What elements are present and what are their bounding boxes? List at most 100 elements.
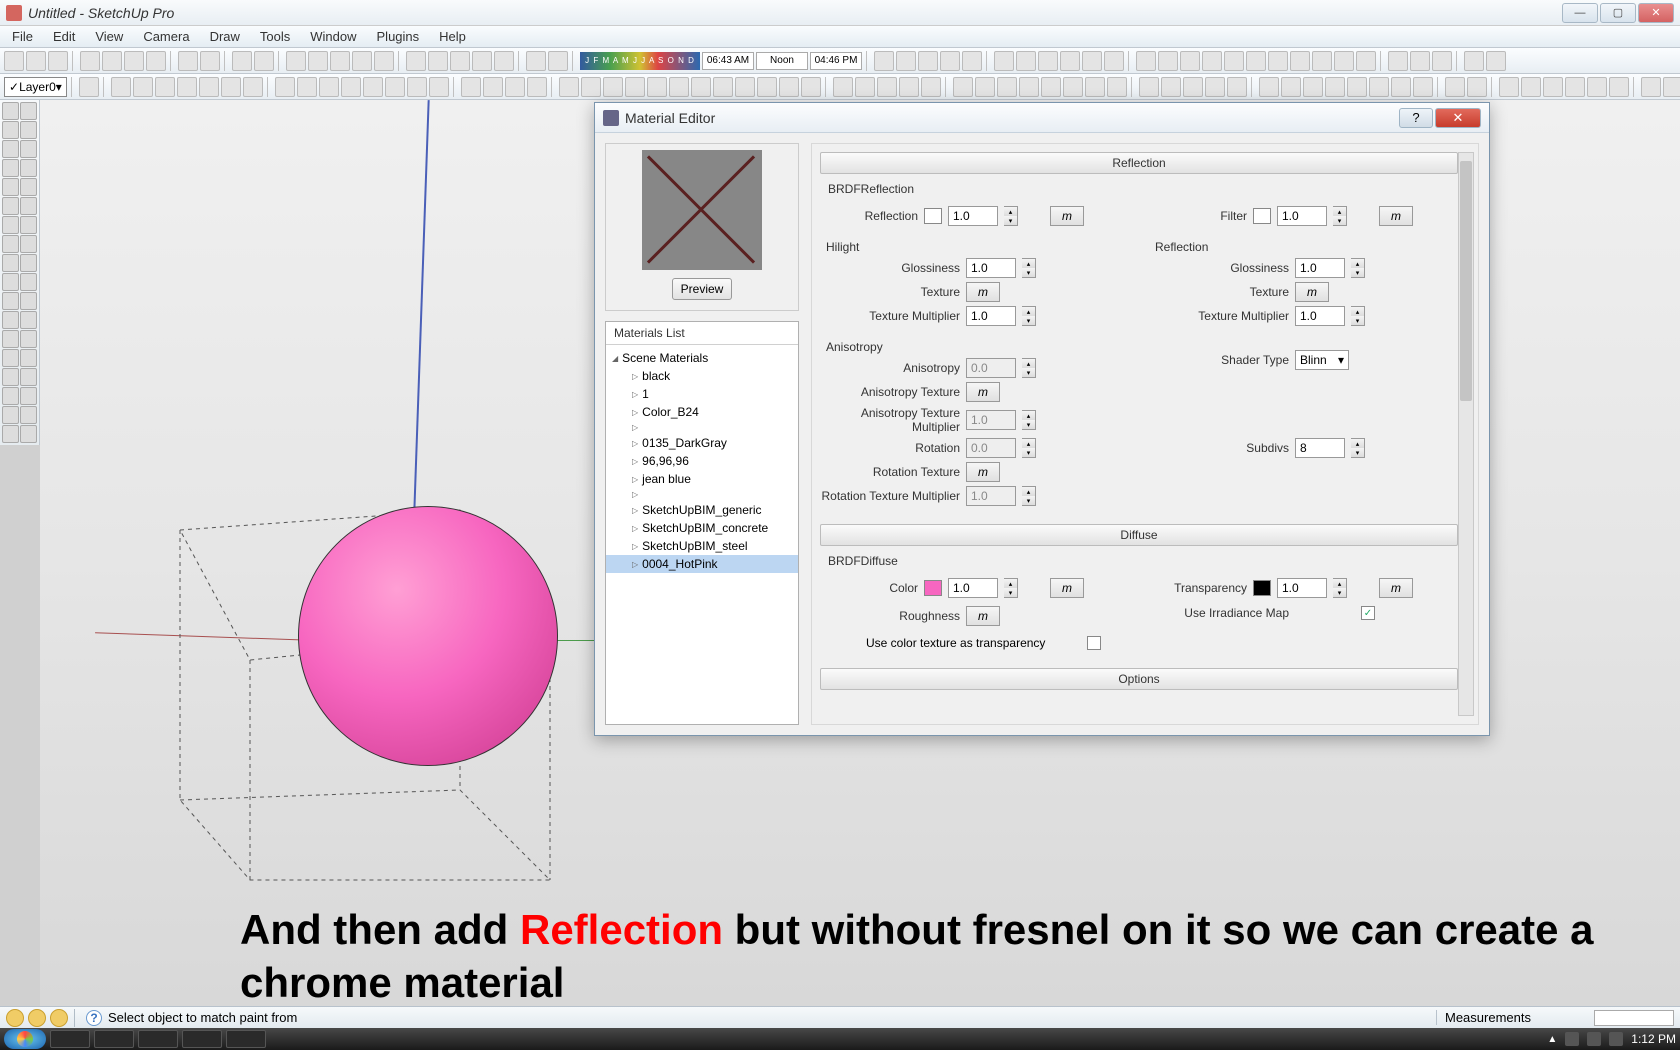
tool-icon[interactable] [20,102,37,120]
taskbar-item[interactable] [226,1030,266,1048]
tool-icon[interactable] [1347,77,1367,97]
tool-icon[interactable] [407,77,427,97]
subdivs-value[interactable]: 8 [1295,438,1345,458]
undo-icon[interactable] [178,51,198,71]
tool-icon[interactable] [625,77,645,97]
tool-icon[interactable] [527,77,547,97]
status-icon[interactable] [6,1009,24,1027]
tool-icon[interactable] [20,311,37,329]
layer-dropdown[interactable]: ✓ Layer0▾ [4,77,67,97]
redo-icon[interactable] [200,51,220,71]
rot-mult-value[interactable]: 1.0 [966,486,1016,506]
tool-icon[interactable] [2,311,19,329]
tool-icon[interactable] [2,292,19,310]
tool-icon[interactable] [1259,77,1279,97]
tool-icon[interactable] [1016,51,1036,71]
tool-icon[interactable] [254,51,274,71]
tool-icon[interactable] [1139,77,1159,97]
tool-icon[interactable] [899,77,919,97]
preview-button[interactable]: Preview [672,278,732,300]
tool-icon[interactable] [1158,51,1178,71]
tool-icon[interactable] [975,77,995,97]
tool-icon[interactable] [559,77,579,97]
tool-icon[interactable] [1609,77,1629,97]
tool-icon[interactable] [691,77,711,97]
roughness-button[interactable]: m [966,606,1000,626]
clock[interactable]: 1:12 PM [1631,1032,1676,1046]
aniso-tex-button[interactable]: m [966,382,1000,402]
menu-file[interactable]: File [4,27,41,46]
tool-icon[interactable] [483,77,503,97]
transparency-swatch[interactable] [1253,580,1271,596]
tool-icon[interactable] [1410,51,1430,71]
tool-icon[interactable] [133,77,153,97]
tool-icon[interactable] [20,140,37,158]
material-item[interactable]: ▷ [606,421,798,434]
tool-icon[interactable] [124,51,144,71]
rotation-value[interactable]: 0.0 [966,438,1016,458]
tool-icon[interactable] [20,330,37,348]
tool-icon[interactable] [2,102,19,120]
tool-icon[interactable] [1464,51,1484,71]
menu-help[interactable]: Help [431,27,474,46]
tool-icon[interactable] [1205,77,1225,97]
filter-map-button[interactable]: m [1379,206,1413,226]
material-item[interactable]: ▷SketchUpBIM_concrete [606,519,798,537]
tool-icon[interactable] [20,273,37,291]
tool-icon[interactable] [2,197,19,215]
menu-draw[interactable]: Draw [202,27,248,46]
tool-icon[interactable] [48,51,68,71]
tool-icon[interactable] [1038,51,1058,71]
menu-tools[interactable]: Tools [252,27,298,46]
tool-icon[interactable] [341,77,361,97]
tool-icon[interactable] [735,77,755,97]
tool-icon[interactable] [1388,51,1408,71]
materials-tree[interactable]: ◢Scene Materials ▷black▷1▷Color_B24▷▷013… [606,345,798,724]
tool-icon[interactable] [1445,77,1465,97]
tool-icon[interactable] [779,77,799,97]
status-icon[interactable] [28,1009,46,1027]
material-item[interactable]: ▷1 [606,385,798,403]
tool-icon[interactable] [1281,77,1301,97]
tool-icon[interactable] [20,178,37,196]
tool-icon[interactable] [1202,51,1222,71]
tool-icon[interactable] [1663,77,1680,97]
h-texture-button[interactable]: m [966,282,1000,302]
h-texmult-value[interactable]: 1.0 [966,306,1016,326]
tool-icon[interactable] [2,349,19,367]
section-reflection[interactable]: Reflection [820,152,1458,174]
material-item[interactable]: ▷black [606,367,798,385]
scrollbar-thumb[interactable] [1460,161,1472,401]
tool-icon[interactable] [20,254,37,272]
reflection-map-button[interactable]: m [1050,206,1084,226]
tool-icon[interactable] [429,77,449,97]
tool-icon[interactable] [1107,77,1127,97]
material-item[interactable]: ▷SketchUpBIM_steel [606,537,798,555]
dialog-help-button[interactable]: ? [1399,108,1433,128]
tool-icon[interactable] [1587,77,1607,97]
dialog-titlebar[interactable]: Material Editor ? ✕ [595,103,1489,133]
tool-icon[interactable] [2,254,19,272]
scrollbar[interactable] [1458,152,1474,716]
tool-icon[interactable] [940,51,960,71]
tool-icon[interactable] [79,77,99,97]
taskbar-item[interactable] [94,1030,134,1048]
tool-icon[interactable] [111,77,131,97]
section-diffuse[interactable]: Diffuse [820,524,1458,546]
r-texmult-value[interactable]: 1.0 [1295,306,1345,326]
color-value[interactable]: 1.0 [948,578,998,598]
tool-icon[interactable] [330,51,350,71]
tool-icon[interactable] [1334,51,1354,71]
tool-icon[interactable] [548,51,568,71]
tool-icon[interactable] [1641,77,1661,97]
shader-dropdown[interactable]: Blinn▾ [1295,350,1349,370]
tool-icon[interactable] [1104,51,1124,71]
tool-icon[interactable] [1391,77,1411,97]
tool-icon[interactable] [757,77,777,97]
tool-icon[interactable] [1413,77,1433,97]
taskbar-item[interactable] [138,1030,178,1048]
tool-icon[interactable] [2,159,19,177]
start-button[interactable] [4,1029,46,1049]
menu-camera[interactable]: Camera [135,27,197,46]
tool-icon[interactable] [1432,51,1452,71]
